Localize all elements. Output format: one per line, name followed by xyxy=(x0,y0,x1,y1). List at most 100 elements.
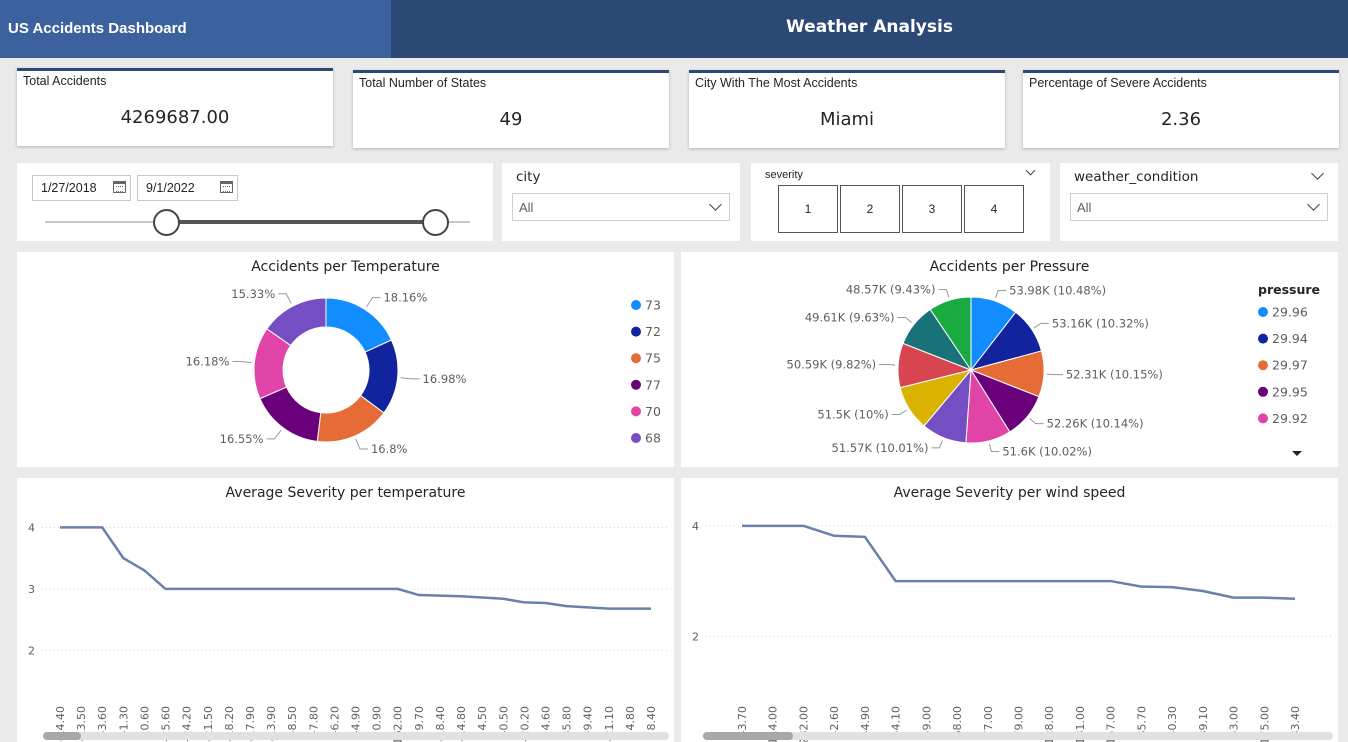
legend-marker xyxy=(1258,360,1268,371)
y-tick-label: 4 xyxy=(692,520,699,533)
slice-data-label: 51.6K (10.02%) xyxy=(1002,444,1092,458)
weather-dropdown-value: All xyxy=(1077,200,1092,215)
date-slider-end-handle[interactable] xyxy=(422,209,449,236)
city-slicer: city All xyxy=(502,163,740,241)
severity-slicer: severity 1 2 3 4 xyxy=(751,163,1050,241)
kpi-label: Percentage of Severe Accidents xyxy=(1029,76,1207,90)
slice-data-label: 53.98K (10.48%) xyxy=(1009,284,1106,298)
kpi-label: Total Number of States xyxy=(359,76,487,90)
donut-chart-svg: 18.16% 16.98% 16.8% 16.55% 16.18% 15.33% 73 72 7… xyxy=(186,287,661,456)
slice-data-label: 15.33% xyxy=(231,287,275,301)
leader-line xyxy=(232,360,252,364)
legend-marker xyxy=(1258,413,1268,424)
date-range-slicer: 1/27/2018 9/1/2022 xyxy=(17,163,493,241)
header-left-panel: US Accidents Dashboard xyxy=(0,0,391,58)
leader-line xyxy=(1029,418,1044,425)
end-date-input[interactable]: 9/1/2022 xyxy=(137,175,238,201)
kpi-label: Total Accidents xyxy=(23,74,107,88)
page-title: Weather Analysis xyxy=(786,17,953,37)
legend-scroll-down-icon xyxy=(1292,451,1302,456)
leader-line xyxy=(995,290,1007,299)
temperature-donut-chart: Accidents per Temperature 18.16% 16.98% 16… xyxy=(17,252,674,467)
weather-slicer-title: weather_condition xyxy=(1074,169,1199,185)
slice-data-label: 52.26K (10.14%) xyxy=(1047,417,1144,431)
weather-condition-slicer: weather_condition All xyxy=(1060,163,1338,241)
line-chart-svg: 4243.70 114.00 232.00 42.60 44.90 54.10 59.00 6… xyxy=(692,520,1333,742)
legend-item-label: 29.94 xyxy=(1272,331,1308,346)
app-title: US Accidents Dashboard xyxy=(8,20,187,37)
leader-line xyxy=(400,377,420,380)
horizontal-scrollbar[interactable] xyxy=(703,732,1333,740)
date-slider-start-handle[interactable] xyxy=(153,209,180,236)
legend-item-label: 29.97 xyxy=(1272,358,1308,373)
leader-line xyxy=(988,443,1000,452)
city-dropdown[interactable]: All xyxy=(512,193,730,221)
severity-option-3[interactable]: 3 xyxy=(902,185,962,233)
legend-marker xyxy=(631,406,641,417)
x-tick-label: 4.80 xyxy=(624,706,637,731)
leader-line xyxy=(891,409,907,415)
legend-item-label: 72 xyxy=(645,324,661,339)
legend-marker xyxy=(631,300,641,310)
chevron-down-icon[interactable] xyxy=(1311,167,1324,180)
y-tick-label: 2 xyxy=(692,630,699,643)
legend-marker xyxy=(631,379,641,390)
slice-data-label: 49.61K (9.63%) xyxy=(805,310,895,324)
series-line xyxy=(60,526,651,610)
legend-marker xyxy=(1258,386,1268,397)
weather-dropdown[interactable]: All xyxy=(1070,193,1328,221)
chevron-down-icon[interactable] xyxy=(709,198,722,211)
kpi-card-total-accidents: Total Accidents 4269687.00 xyxy=(17,68,333,146)
legend-item-label: 29.92 xyxy=(1272,411,1308,426)
legend-marker xyxy=(1258,307,1268,317)
slice-data-label: 51.57K (10.01%) xyxy=(832,441,929,455)
scrollbar-thumb[interactable] xyxy=(703,732,793,740)
x-tick-label: -7.80 xyxy=(307,706,320,734)
kpi-label: City With The Most Accidents xyxy=(695,76,858,90)
x-tick-label: 4.50 xyxy=(476,706,489,731)
kpi-value: 49 xyxy=(499,109,523,130)
x-tick-label: 0.90 xyxy=(371,706,384,731)
calendar-icon[interactable] xyxy=(113,181,126,193)
x-tick-label: 9.70 xyxy=(413,706,426,731)
horizontal-scrollbar[interactable] xyxy=(43,732,669,740)
severity-option-4[interactable]: 4 xyxy=(964,185,1024,233)
legend-item-label: 70 xyxy=(645,404,661,419)
pie-chart-svg: 53.98K (10.48%) 53.16K (10.32%) 52.31K (10… xyxy=(787,282,1320,458)
x-tick-label: -8.50 xyxy=(286,706,299,734)
slice-data-label: 50.59K (9.82%) xyxy=(787,358,877,372)
leader-line xyxy=(266,429,282,440)
leader-line xyxy=(931,440,943,449)
calendar-icon[interactable] xyxy=(220,181,233,193)
donut-slice xyxy=(259,386,322,443)
x-tick-label: -9.40 xyxy=(582,706,595,734)
slice-data-label: 16.8% xyxy=(371,442,408,456)
city-slicer-title: city xyxy=(516,169,541,185)
y-tick-label: 2 xyxy=(28,644,35,657)
slice-data-label: 16.55% xyxy=(220,432,264,446)
scrollbar-thumb[interactable] xyxy=(43,732,81,740)
leader-line xyxy=(897,316,913,323)
legend-item-label: 73 xyxy=(645,298,661,313)
chevron-down-icon[interactable] xyxy=(1025,165,1036,176)
start-date-input[interactable]: 1/27/2018 xyxy=(32,175,131,201)
chevron-down-icon[interactable] xyxy=(1307,198,1320,211)
kpi-value: Miami xyxy=(819,109,875,130)
leader-line xyxy=(355,438,368,450)
kpi-card-total-states: Total Number of States 49 xyxy=(353,70,669,148)
start-date-value: 1/27/2018 xyxy=(41,181,97,195)
leader-line xyxy=(278,293,292,304)
severity-option-1[interactable]: 1 xyxy=(778,185,838,233)
legend-item-label: 29.95 xyxy=(1272,384,1308,399)
slice-data-label: 53.16K (10.32%) xyxy=(1052,316,1149,330)
legend-item-label: 68 xyxy=(645,431,661,446)
legend-marker xyxy=(631,326,641,337)
y-tick-label: 3 xyxy=(28,583,35,596)
y-tick-label: 4 xyxy=(28,521,35,534)
slice-data-label: 16.98% xyxy=(423,372,467,386)
slice-data-label: 52.31K (10.15%) xyxy=(1066,368,1163,382)
kpi-card-top-city: City With The Most Accidents Miami xyxy=(689,70,1005,148)
legend-title: pressure xyxy=(1258,282,1320,297)
legend-marker xyxy=(631,433,641,443)
severity-option-2[interactable]: 2 xyxy=(840,185,900,233)
